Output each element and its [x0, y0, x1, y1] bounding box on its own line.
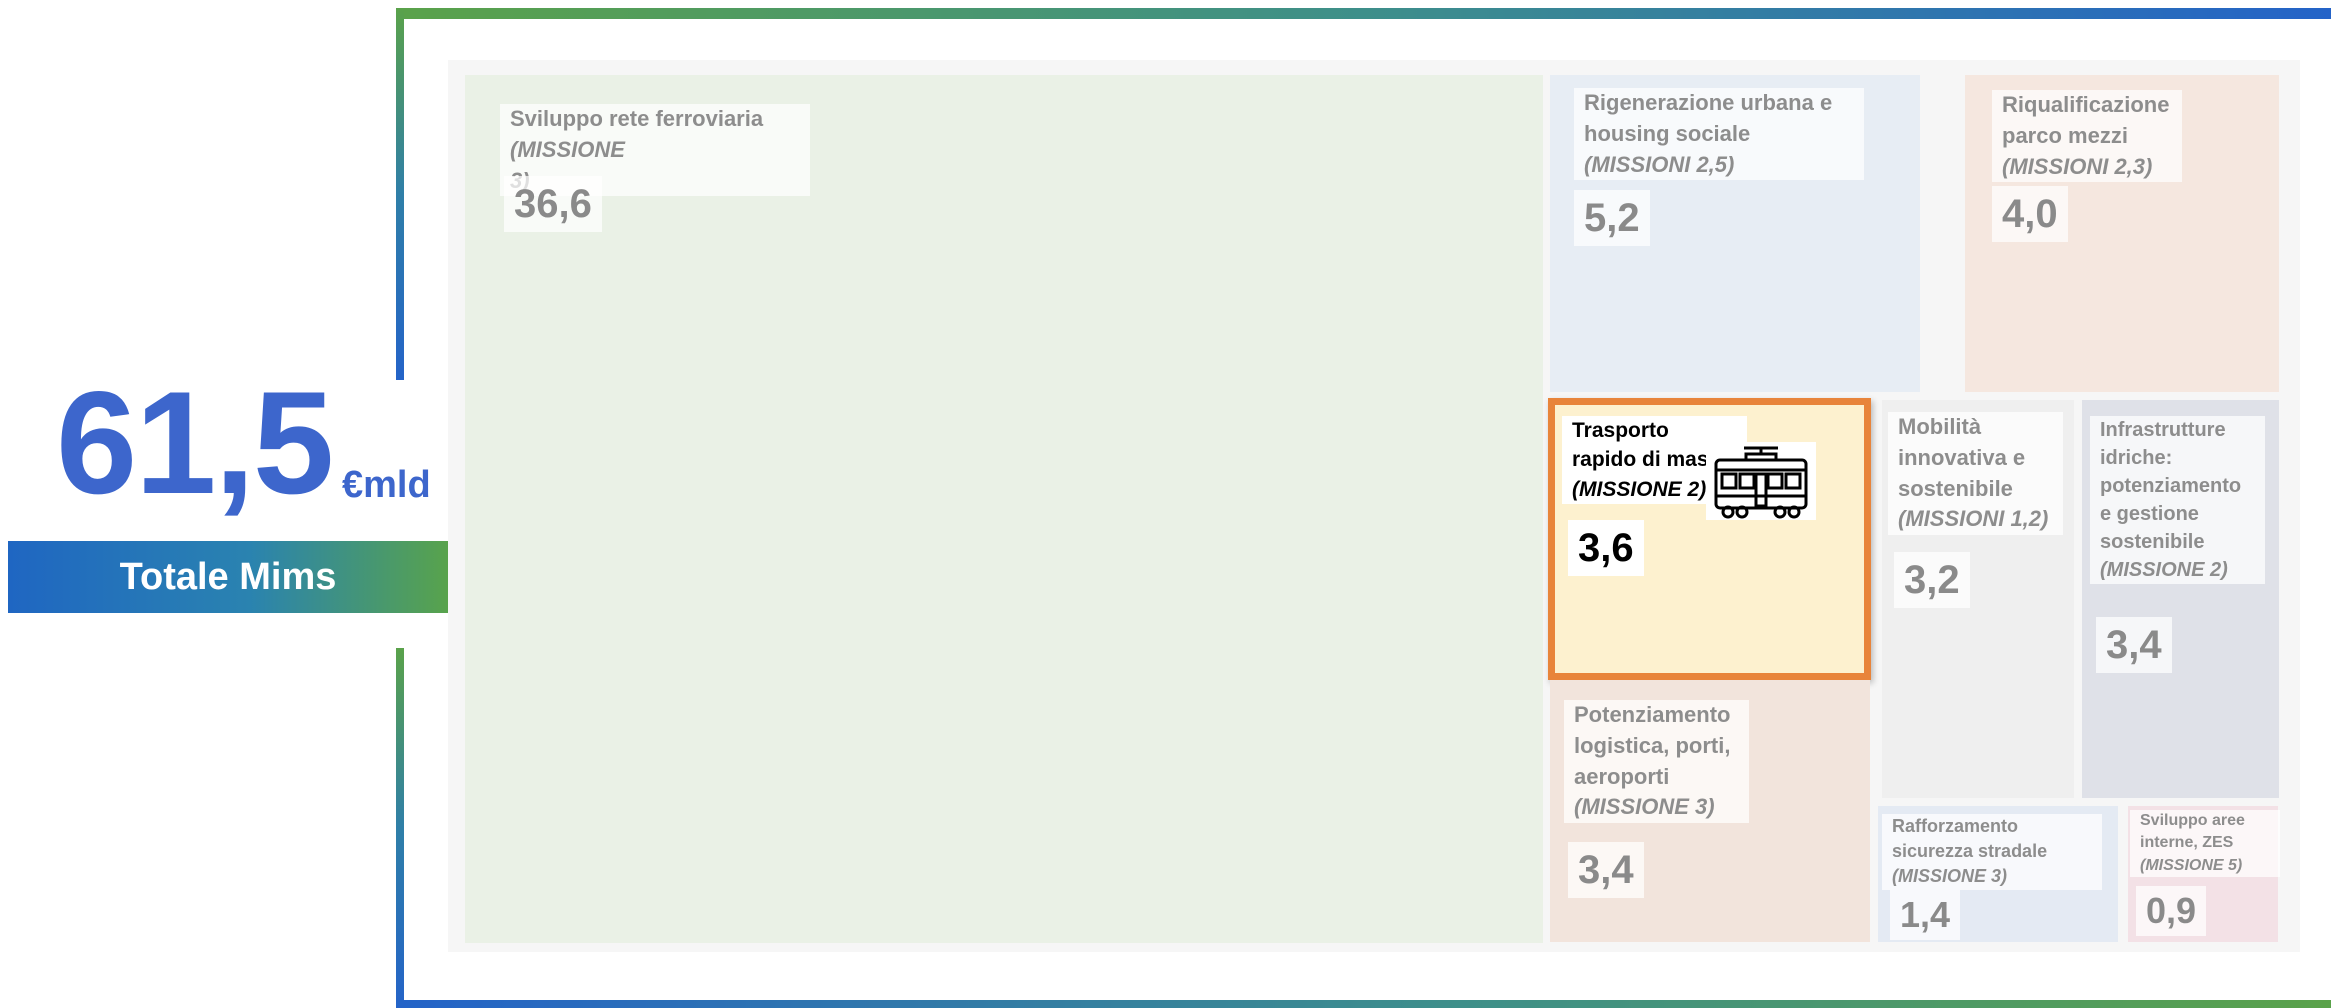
tile-name: Riqualificazione parco mezzi: [2002, 92, 2170, 148]
tile-sviluppo-rete-ferroviaria: [465, 75, 1543, 943]
tile-value: 4,0: [1992, 186, 2068, 242]
tile-mission: (MISSIONE 3): [1574, 794, 1715, 820]
tile-mission: (MISSIONI 2,5): [1584, 151, 1735, 177]
frame-bottom-border: [396, 1000, 2331, 1008]
tile-value: 3,4: [2096, 617, 2172, 673]
tile-value: 1,4: [1890, 890, 1961, 941]
tile-value: 3,6: [1568, 520, 1644, 576]
total-unit: €mld: [342, 464, 431, 506]
frame-left-border-lower: [396, 648, 404, 1008]
tile-name: Potenziamento logistica, porti, aeroport…: [1574, 702, 1731, 789]
tile-label: Rigenerazione urbana e housing sociale (…: [1574, 88, 1864, 181]
tile-name: Rafforzamento sicurezza stradale: [1892, 816, 2048, 862]
tile-mission: (MISSIONE 3): [1892, 866, 2008, 887]
frame-top-border: [396, 8, 2331, 19]
tile-value: 36,6: [504, 176, 602, 232]
tile-name: Mobilità innovativa e sostenibile: [1898, 414, 2026, 501]
tile-label: Potenziamento logistica, porti, aeroport…: [1564, 700, 1749, 824]
tile-label: Mobilità innovativa e sostenibile (MISSI…: [1888, 412, 2063, 536]
tile-label: Sviluppo aree interne, ZES (MISSIONE 5): [2130, 810, 2280, 878]
tile-name: Rigenerazione urbana e housing sociale: [1584, 90, 1833, 146]
tile-value: 0,9: [2136, 886, 2207, 937]
tile-name: Infrastrutture idriche: potenziamento e …: [2100, 419, 2242, 553]
total-label: Totale Mims: [119, 556, 337, 598]
tile-label: Infrastrutture idriche: potenziamento e …: [2090, 416, 2265, 584]
tile-mission: (MISSIONE 5): [2140, 856, 2243, 874]
tile-name: Sviluppo rete ferroviaria: [510, 106, 764, 131]
tile-value: 3,4: [1568, 842, 1644, 898]
tile-mission: (MISSIONE 2): [2100, 559, 2228, 581]
tile-mission: (MISSIONI 2,3): [2002, 153, 2153, 179]
tile-value: 3,2: [1894, 552, 1970, 608]
frame-left-border-upper: [396, 8, 404, 380]
tile-name: Sviluppo aree interne, ZES: [2140, 812, 2245, 852]
tile-value: 5,2: [1574, 190, 1650, 246]
tile-label: Riqualificazione parco mezzi (MISSIONI 2…: [1992, 90, 2182, 183]
tram-icon: [1706, 442, 1816, 520]
tile-mission: (MISSIONI 1,2): [1898, 506, 2049, 532]
tile-label: Rafforzamento sicurezza stradale (MISSIO…: [1882, 814, 2102, 890]
total-value: 61,5: [56, 361, 334, 524]
